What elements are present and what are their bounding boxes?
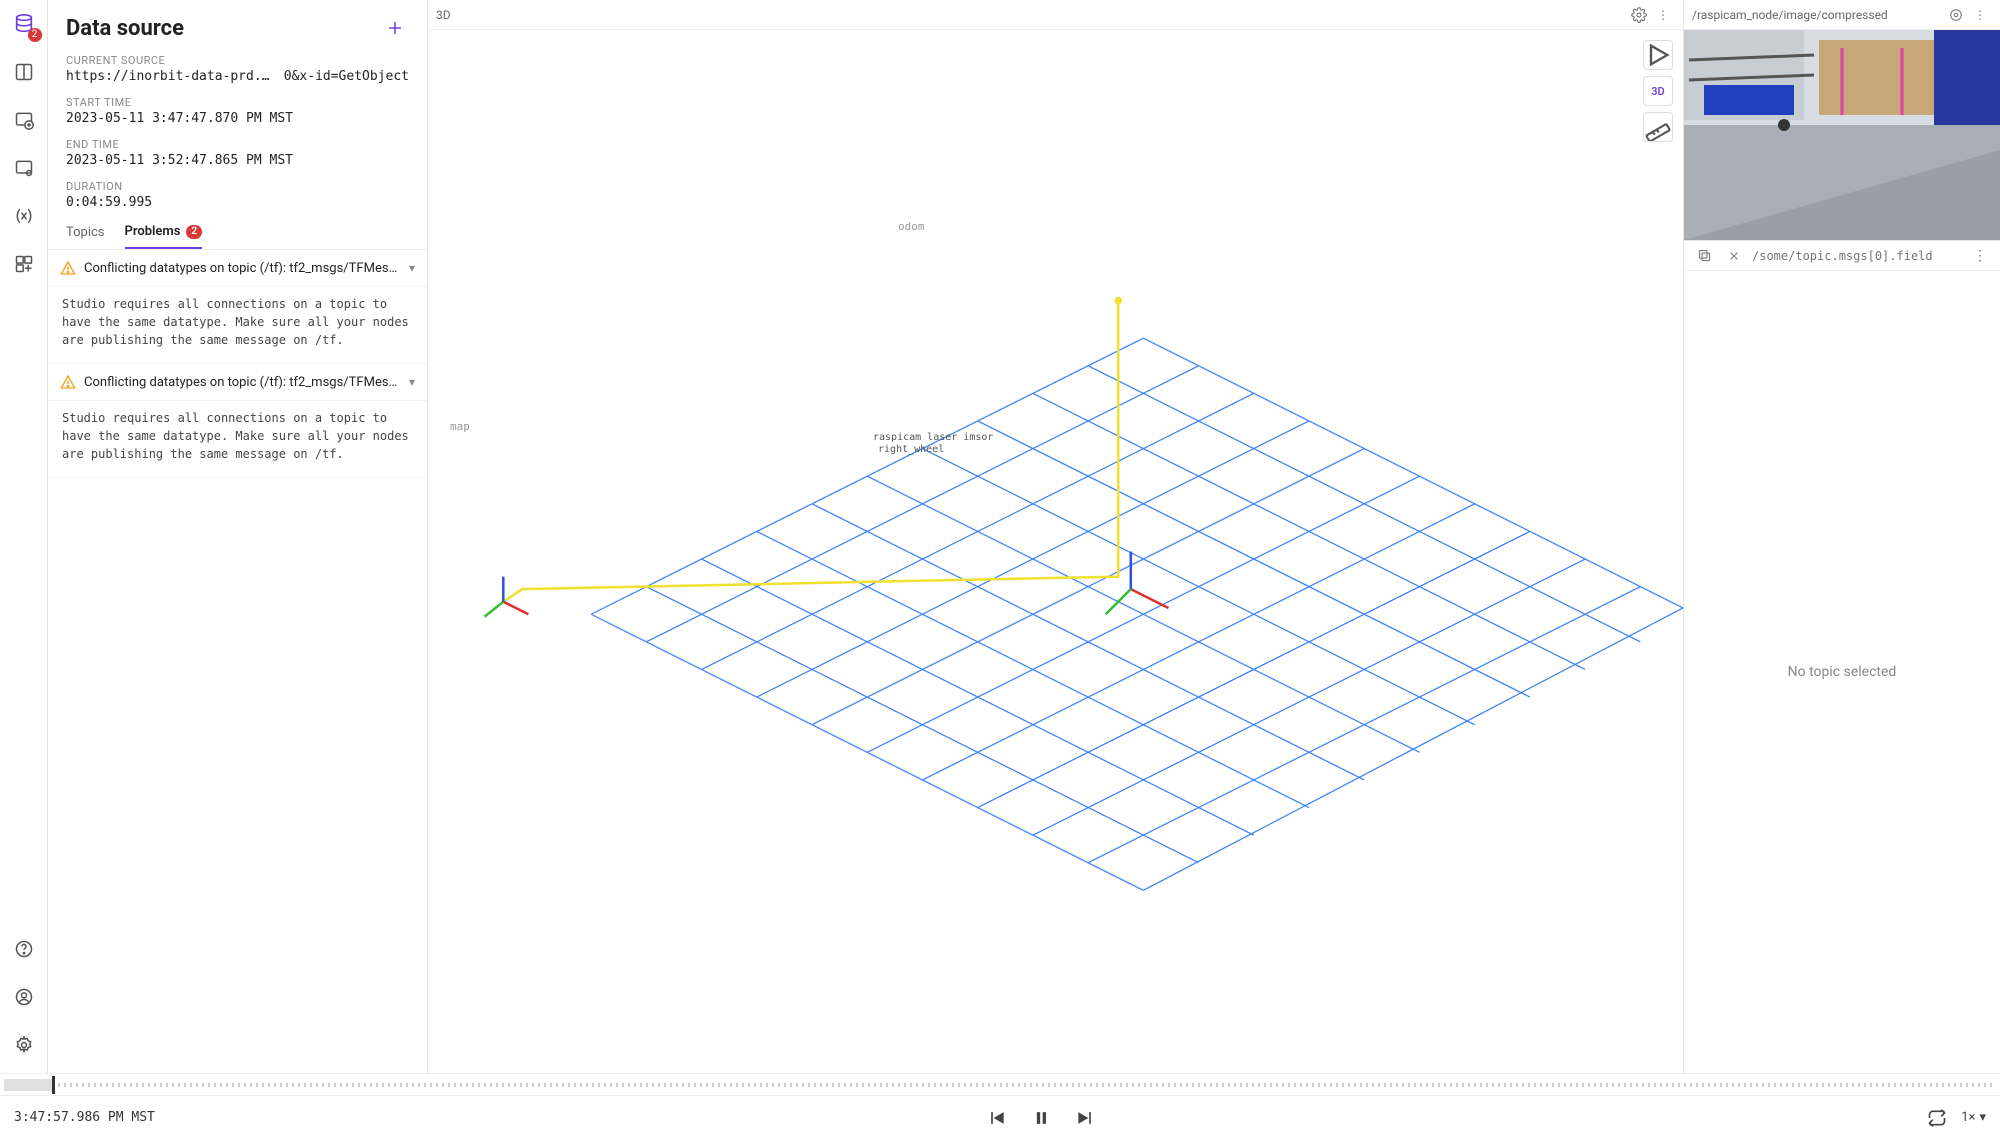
- viewport-label-map: map: [450, 420, 470, 433]
- raw-copy-button[interactable]: [1692, 244, 1716, 268]
- playback-time: 3:47:57.986 PM MST: [14, 1110, 155, 1125]
- camera-menu-button[interactable]: ⋮: [1968, 3, 1992, 27]
- camera-settings-button[interactable]: [1944, 3, 1968, 27]
- camera-image: [1684, 30, 2000, 240]
- warning-icon: [60, 374, 76, 390]
- 3d-panel: 3D ⋮: [428, 0, 1684, 1073]
- end-time-value: 2023-05-11 3:52:47.865 PM MST: [66, 153, 409, 168]
- rail-add-panel-button[interactable]: [8, 104, 40, 136]
- raw-menu-button[interactable]: ⋮: [1968, 244, 1992, 268]
- raw-clear-button[interactable]: [1722, 244, 1746, 268]
- duration-label: DURATION: [66, 180, 409, 193]
- timeline-progress: [4, 1079, 52, 1091]
- tab-topics[interactable]: Topics: [66, 224, 105, 249]
- skip-forward-button[interactable]: [1075, 1108, 1095, 1128]
- right-column: /raspicam_node/image/compressed ⋮: [1684, 0, 2000, 1073]
- duration-value: 0:04:59.995: [66, 195, 409, 210]
- skip-back-button[interactable]: [987, 1108, 1007, 1128]
- panel-menu-button[interactable]: ⋮: [1651, 3, 1675, 27]
- tab-problems[interactable]: Problems 2: [125, 224, 203, 249]
- rail-help-button[interactable]: [8, 933, 40, 965]
- problem-item-header[interactable]: Conflicting datatypes on topic (/tf): tf…: [48, 364, 427, 401]
- rail-account-button[interactable]: [8, 981, 40, 1013]
- chevron-down-icon: ▾: [409, 375, 415, 389]
- camera-panel: /raspicam_node/image/compressed ⋮: [1684, 0, 2000, 241]
- chevron-down-icon: ▾: [409, 261, 415, 275]
- viewport-label-odom: odom: [898, 220, 925, 233]
- rail-badge: 2: [28, 28, 42, 42]
- rail-extensions-button[interactable]: [8, 248, 40, 280]
- measure-tool-button[interactable]: [1643, 112, 1673, 142]
- timeline[interactable]: [0, 1073, 2000, 1095]
- play-camera-button[interactable]: [1643, 40, 1673, 70]
- chevron-down-icon: ▾: [1979, 1110, 1986, 1125]
- playback-speed-button[interactable]: 1× ▾: [1961, 1110, 1986, 1125]
- view-mode-3d-button[interactable]: 3D: [1643, 76, 1673, 106]
- 3d-panel-title: 3D: [436, 8, 1627, 22]
- camera-panel-title: /raspicam_node/image/compressed: [1692, 8, 1944, 22]
- rail-settings-button[interactable]: [8, 1029, 40, 1061]
- current-source-value: https://inorbit-data-prd.s3.us-east-1.a.…: [66, 69, 409, 84]
- panel-title: Data source: [66, 16, 184, 41]
- end-time-label: END TIME: [66, 138, 409, 151]
- raw-messages-panel: ⋮ No topic selected: [1684, 241, 2000, 1073]
- rail-variables-button[interactable]: [8, 200, 40, 232]
- start-time-value: 2023-05-11 3:47:47.870 PM MST: [66, 111, 409, 126]
- rail-layouts-button[interactable]: [8, 56, 40, 88]
- problem-item-header[interactable]: Conflicting datatypes on topic (/tf): tf…: [48, 250, 427, 287]
- problem-title: Conflicting datatypes on topic (/tf): tf…: [84, 375, 401, 390]
- problems-badge: 2: [186, 225, 202, 239]
- start-time-label: START TIME: [66, 96, 409, 109]
- 3d-viewport[interactable]: map odom raspicam laser imsor right_whee…: [428, 30, 1683, 1073]
- viewport-tf-label-2: right_wheel: [878, 444, 944, 455]
- problem-body: Studio requires all connections on a top…: [48, 287, 427, 364]
- rail-panel-settings-button[interactable]: [8, 152, 40, 184]
- current-source-label: CURRENT SOURCE: [66, 54, 409, 67]
- playback-controls: 3:47:57.986 PM MST 1× ▾: [0, 1095, 2000, 1139]
- panel-settings-button[interactable]: [1627, 3, 1651, 27]
- problem-title: Conflicting datatypes on topic (/tf): tf…: [84, 261, 401, 276]
- pause-button[interactable]: [1031, 1108, 1051, 1128]
- problems-list: Conflicting datatypes on topic (/tf): tf…: [48, 250, 427, 1073]
- add-source-button[interactable]: [381, 14, 409, 42]
- loop-button[interactable]: [1927, 1108, 1947, 1128]
- icon-rail: 2: [0, 0, 48, 1073]
- raw-empty-state: No topic selected: [1684, 271, 2000, 1073]
- warning-icon: [60, 260, 76, 276]
- problem-body: Studio requires all connections on a top…: [48, 401, 427, 478]
- raw-topic-input[interactable]: [1752, 249, 1962, 263]
- timeline-cursor[interactable]: [52, 1076, 55, 1094]
- viewport-tf-label-1: raspicam laser imsor: [873, 432, 993, 443]
- data-source-panel: Data source CURRENT SOURCE https://inorb…: [48, 0, 428, 1073]
- rail-data-source-button[interactable]: 2: [8, 8, 40, 40]
